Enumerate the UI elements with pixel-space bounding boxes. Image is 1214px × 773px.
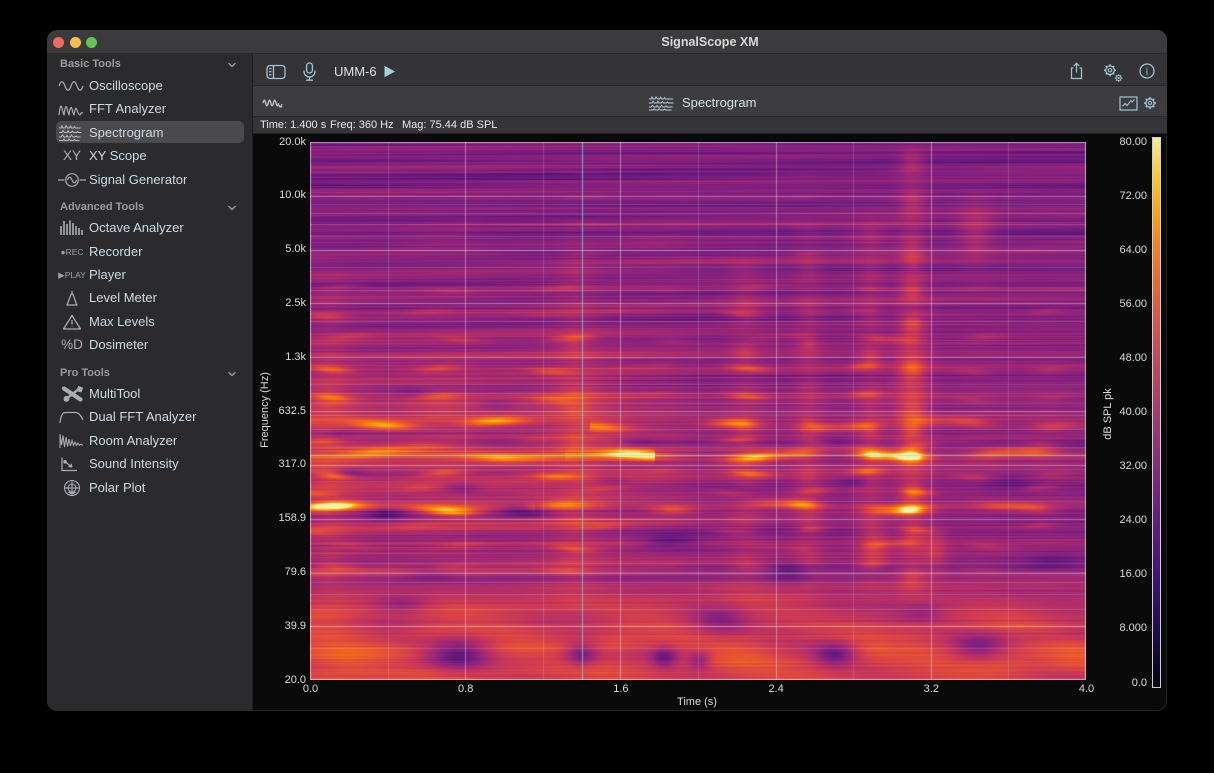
svg-text:i: i — [1145, 66, 1148, 77]
